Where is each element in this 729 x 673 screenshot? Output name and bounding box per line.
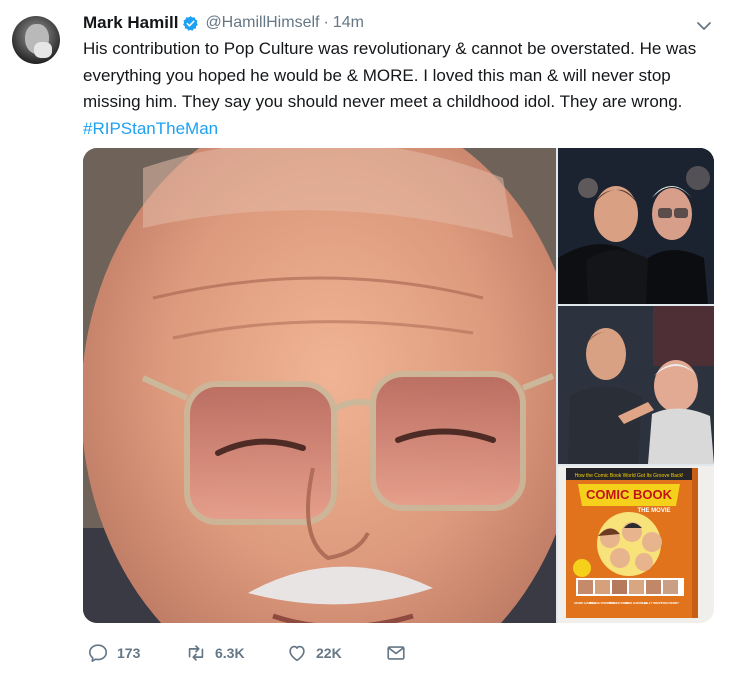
tweet: Mark Hamill @HamillHimself · 14m His con… <box>0 0 729 673</box>
photo-grid: How the Comic Book World Got Its Groove … <box>83 148 714 623</box>
comic-book-dvd-cover: How the Comic Book World Got Its Groove … <box>558 466 714 623</box>
comic-credit: BILLY WEST <box>644 601 662 605</box>
retweet-icon <box>188 645 204 661</box>
comic-subtitle: THE MOVIE <box>637 508 670 514</box>
hashtag-link[interactable]: #RIPStanTheMan <box>83 116 713 143</box>
tweet-timestamp[interactable]: 14m <box>333 14 364 32</box>
envelope-icon <box>387 646 405 660</box>
photo-thumbnail-3[interactable]: How the Comic Book World Got Its Groove … <box>558 466 714 623</box>
tweet-text: His contribution to Pop Culture was revo… <box>83 36 713 142</box>
photo-main[interactable] <box>83 148 556 623</box>
photo-thumbnail-2[interactable] <box>558 306 714 464</box>
photo-main-portrait <box>83 148 556 623</box>
tweet-text-line: His contribution to Pop Culture was revo… <box>83 39 697 58</box>
photo-thumbnail-2-scene <box>558 306 714 464</box>
author-name[interactable]: Mark Hamill <box>83 13 178 33</box>
like-count: 22K <box>316 645 342 661</box>
photo-thumbnail-1-scene <box>558 148 714 304</box>
author-avatar[interactable] <box>12 16 60 64</box>
reply-icon <box>88 644 108 662</box>
header-separator: · <box>323 14 329 31</box>
photo-thumbnail-1[interactable] <box>558 148 714 304</box>
direct-message-button[interactable] <box>385 642 407 664</box>
tweet-text-line: missing him. They say you should never m… <box>83 92 683 111</box>
heart-icon <box>289 645 305 662</box>
author-handle[interactable]: @HamillHimself <box>205 14 319 32</box>
verified-badge-icon <box>183 15 199 31</box>
retweet-button[interactable]: 6.3K <box>185 642 245 664</box>
tweet-text-line: everything you hoped he would be & MORE.… <box>83 65 671 85</box>
reply-count: 173 <box>117 645 141 661</box>
reply-button[interactable]: 173 <box>87 642 140 664</box>
chevron-down-icon[interactable] <box>694 16 714 36</box>
retweet-count: 6.3K <box>215 645 245 661</box>
comic-title: COMIC BOOK <box>586 487 673 502</box>
tweet-header: Mark Hamill @HamillHimself · 14m <box>83 12 364 34</box>
comic-credit: TOM KENNY <box>661 601 679 605</box>
avatar-hand <box>34 42 52 58</box>
comic-tagline: How the Comic Book World Got Its Groove … <box>575 473 684 479</box>
like-button[interactable]: 22K <box>286 642 342 664</box>
